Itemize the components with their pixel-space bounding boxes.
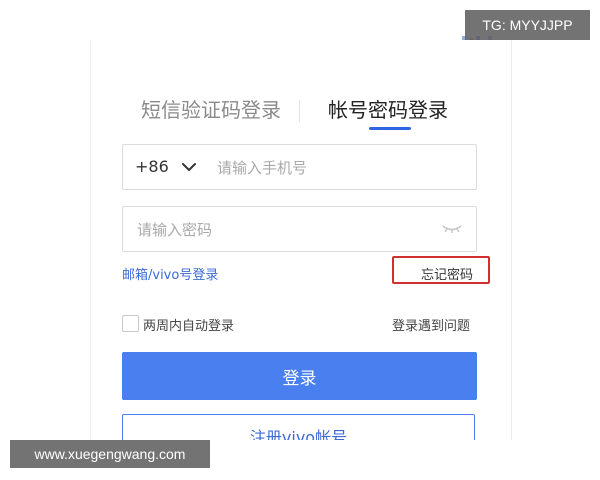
register-button[interactable]: 注册vivo帐号 [122,414,475,440]
active-tab-indicator [369,127,411,130]
phone-input[interactable] [215,155,469,181]
tab-divider [299,100,300,122]
watermark-top: TG: MYYJJPP [465,10,590,40]
remember-label: 两周内自动登录 [143,319,235,334]
watermark-bottom: www.xuegengwang.com [10,440,210,468]
forgot-password-link[interactable]: 忘记密码 [421,264,473,283]
login-problem-link[interactable]: 登录遇到问题 [392,315,470,334]
password-field [122,206,477,252]
eye-closed-icon[interactable] [441,222,463,236]
tab-password-login[interactable]: 帐号密码登录 [328,98,448,122]
country-code-select[interactable]: +86 [135,157,169,177]
login-button[interactable]: 登录 [122,352,477,400]
chevron-down-icon[interactable] [181,159,197,175]
login-card: 短信验证码登录 帐号密码登录 +86 邮箱/vivo号登录 忘记密码 两周内自动… [90,40,512,440]
phone-field: +86 [122,144,477,190]
login-tabs: 短信验证码登录 帐号密码登录 [91,98,511,132]
remember-checkbox[interactable] [122,315,139,332]
tab-sms-login[interactable]: 短信验证码登录 [141,98,281,122]
email-login-link[interactable]: 邮箱/vivo号登录 [122,264,218,283]
password-input[interactable] [135,217,429,243]
